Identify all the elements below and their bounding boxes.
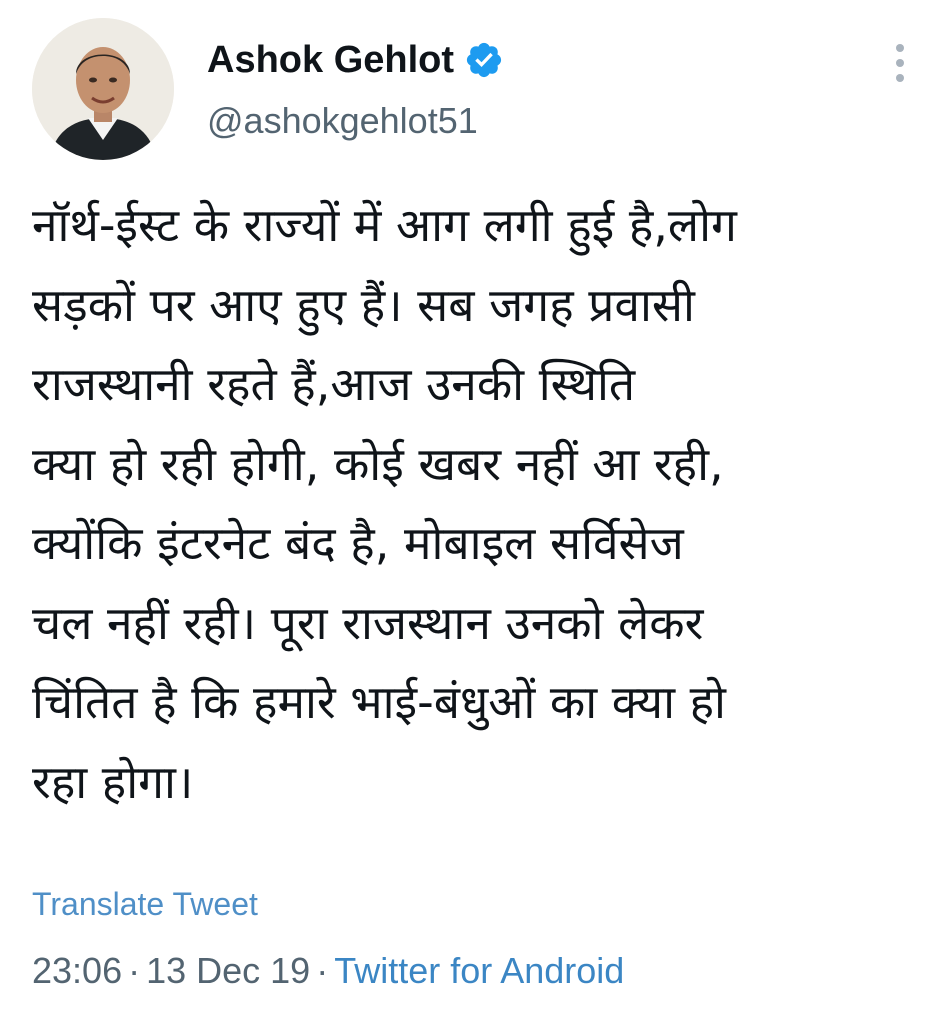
separator: · — [316, 950, 329, 991]
profile-photo — [32, 18, 174, 160]
more-vertical-icon-dot — [896, 59, 904, 67]
tweet-text-line: राजस्थानी रहते हैं,आज उनकी स्थिति — [32, 357, 636, 411]
translate-tweet-link[interactable]: Translate Tweet — [32, 884, 258, 924]
tweet-text-line: चल नहीं रही। पूरा राजस्थान उनको लेकर — [32, 595, 704, 650]
tweet-text-line: क्या हो रही होगी, कोई खबर नहीं आ रही, — [32, 436, 724, 491]
more-vertical-icon-dot — [896, 74, 904, 82]
tweet-text-line: चिंतित है कि हमारे भाई-बंधुओं का क्या हो — [32, 675, 726, 729]
tweet-text-line: रहा होगा। — [32, 754, 194, 809]
tweet-time[interactable]: 23:06 — [32, 950, 122, 991]
avatar[interactable] — [32, 18, 174, 160]
tweet-metadata: 23:06 · 13 Dec 19 · Twitter for Android — [32, 948, 624, 994]
display-name[interactable]: Ashok Gehlot — [207, 38, 504, 82]
more-vertical-icon — [896, 44, 904, 52]
tweet-text: नॉर्थ-ईस्ट के राज्यों में आग लगी हुई है,… — [32, 186, 922, 822]
more-options-button[interactable] — [884, 40, 916, 86]
verified-badge-icon — [464, 40, 504, 80]
display-name-text: Ashok Gehlot — [207, 39, 455, 81]
user-handle[interactable]: @ashokgehlot51 — [207, 100, 478, 142]
tweet-text-line: नॉर्थ-ईस्ट के राज्यों में आग लगी हुई है,… — [32, 198, 737, 252]
tweet-text-line: क्योंकि इंटरनेट बंद है, मोबाइल सर्विसेज — [32, 516, 684, 570]
tweet-source-link[interactable]: Twitter for Android — [334, 950, 624, 991]
tweet-text-line: सड़कों पर आए हुए हैं। सब जगह प्रवासी — [32, 277, 695, 332]
separator: · — [128, 950, 141, 991]
tweet-date[interactable]: 13 Dec 19 — [146, 950, 310, 991]
